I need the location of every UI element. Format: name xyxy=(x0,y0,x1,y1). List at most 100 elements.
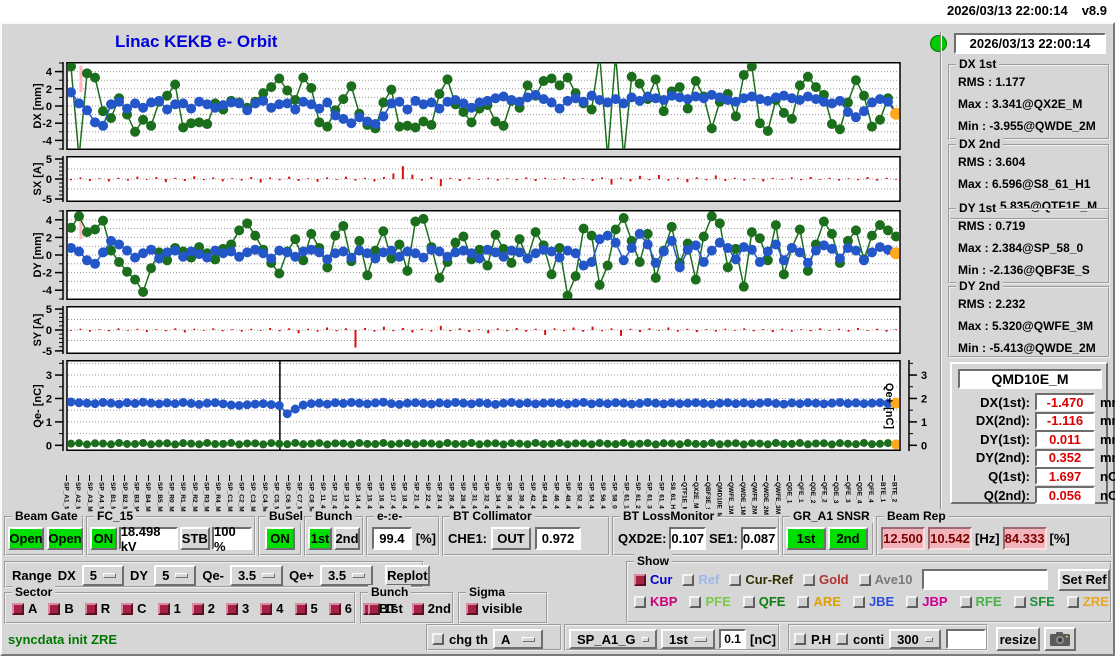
stat-row: Max : 5.320@QWFE_3M xyxy=(958,319,1094,333)
show-qfe-checkbox[interactable] xyxy=(742,595,755,608)
ee-ratio-title: e-:e- xyxy=(374,509,406,523)
x-label: SP_13_4 xyxy=(342,482,350,509)
beam-gate-open2-button[interactable]: Open xyxy=(47,527,83,550)
show-sfe-label: SFE xyxy=(1029,594,1055,609)
show-are-checkbox[interactable] xyxy=(797,595,810,608)
bunch-2nd-button[interactable]: 2nd xyxy=(334,527,360,550)
bunch-check-group: Bunch 1st 2nd xyxy=(360,585,454,624)
sector-1-label: 1 xyxy=(173,601,181,616)
che1-label: CHE1: xyxy=(448,531,488,546)
chg-th-checkbox[interactable] xyxy=(432,633,444,645)
show-jbe-checkbox[interactable] xyxy=(852,595,865,608)
x-label: SP_22_4 xyxy=(424,482,432,509)
ee-ratio-unit: [%] xyxy=(415,531,436,546)
stats-group-title: DX 1st xyxy=(956,57,1000,71)
sector-5-checkbox[interactable] xyxy=(294,602,307,615)
range-dx-select[interactable]: 5 xyxy=(81,565,125,586)
show-gold-checkbox[interactable] xyxy=(803,573,816,586)
sector-3-checkbox[interactable] xyxy=(226,602,239,615)
bt-lossmonitor-group: BT LossMonitor QXD2E: 0.107 SE1: 0.087 xyxy=(612,509,780,556)
camera-button[interactable] xyxy=(1044,627,1076,651)
fc15-stb-button[interactable]: STB xyxy=(179,527,211,550)
show-kbp: KBP xyxy=(634,594,677,609)
sector-3-label: 3 xyxy=(242,601,250,616)
sector-r-label: R xyxy=(100,601,111,616)
bunch-1st-button[interactable]: 1st xyxy=(308,527,332,550)
dropdown-dash-icon xyxy=(522,636,535,642)
dropdown-dash-icon xyxy=(694,636,708,642)
sigma-visible-label: visible xyxy=(482,601,523,616)
bunch-check-1st-checkbox[interactable] xyxy=(368,602,380,615)
show-cur-ref-checkbox[interactable] xyxy=(729,573,742,586)
threshold-value[interactable]: 0.1 xyxy=(719,629,746,649)
sector-group: Sector A B R C 1 2 3 4 5 6 BT xyxy=(4,585,396,624)
ph-checkbox[interactable] xyxy=(794,633,806,645)
sector-6-checkbox[interactable] xyxy=(328,602,341,615)
replot-button[interactable]: Replot xyxy=(385,565,430,586)
range-qem-select[interactable]: 3.5 xyxy=(230,565,284,586)
stats-group-title: DY 2nd xyxy=(956,279,1004,293)
x-label: QDE_3 xyxy=(832,482,840,504)
show-zre-checkbox[interactable] xyxy=(1066,595,1079,608)
set-ref-button[interactable]: Set Ref xyxy=(1058,568,1110,591)
fc15-on-button[interactable]: ON xyxy=(90,527,117,550)
che1-out-button[interactable]: OUT xyxy=(491,527,532,550)
show-kbp-checkbox[interactable] xyxy=(634,595,646,608)
gr-snsr-2nd-button[interactable]: 2nd xyxy=(828,527,868,550)
x-label: QX2E_M xyxy=(692,482,700,509)
sector-c-checkbox[interactable] xyxy=(121,602,134,615)
qxd2e-value: 0.107 xyxy=(669,527,706,550)
sector-a: A xyxy=(12,601,37,616)
busel-on-button[interactable]: ON xyxy=(265,527,295,550)
monitor-row-label: DY(2nd): xyxy=(975,450,1030,466)
monitor-row-unit: nC xyxy=(1100,468,1115,484)
sector-2-checkbox[interactable] xyxy=(191,602,204,615)
extra-input[interactable] xyxy=(946,629,987,649)
show-cur-checkbox[interactable] xyxy=(634,573,646,586)
monitor-row: DX(1st): -1.470 mm xyxy=(958,393,1115,411)
range-qep-select[interactable]: 3.5 xyxy=(320,565,374,586)
sector-a-checkbox[interactable] xyxy=(12,602,24,615)
show-pfe-checkbox[interactable] xyxy=(689,595,702,608)
sector-4-checkbox[interactable] xyxy=(260,602,273,615)
show-cur-ref: Cur-Ref xyxy=(729,572,793,587)
monitor-row-value: 1.697 xyxy=(1035,467,1095,486)
bunch-check-2nd-label: 2nd xyxy=(427,601,451,616)
sigma-visible-checkbox[interactable] xyxy=(466,602,478,615)
beam-rep-value3: 84.333 xyxy=(1002,527,1047,550)
show-rfe-checkbox[interactable] xyxy=(959,595,972,608)
sector-b-label: B xyxy=(64,601,74,616)
show-sfe-checkbox[interactable] xyxy=(1013,595,1026,608)
monitor-row-unit: mm xyxy=(1100,394,1115,410)
x-label: SP_38_4 xyxy=(517,482,525,509)
resize-button[interactable]: resize xyxy=(996,627,1040,651)
sector-c-label: C xyxy=(137,601,147,616)
x-label: QBF3E_S xyxy=(703,482,711,512)
conti-checkbox[interactable] xyxy=(836,633,848,645)
show-ave10: Ave10 xyxy=(858,572,912,587)
dropdown-dash-icon xyxy=(641,636,649,642)
show-ref-checkbox[interactable] xyxy=(682,573,695,586)
range-dy-select[interactable]: 5 xyxy=(154,565,197,586)
count-select[interactable]: 300 xyxy=(889,629,942,649)
stats-group-dy-1st: DY 1st RMS : 0.719 Max : 2.384@SP_58_0 Min … xyxy=(948,201,1110,284)
ee-ratio-value: 99.4 xyxy=(372,527,412,550)
show-are: ARE xyxy=(797,594,841,609)
sector-1-checkbox[interactable] xyxy=(157,602,170,615)
monitor-row-value: -1.470 xyxy=(1035,393,1095,411)
chg-th-select[interactable]: A xyxy=(493,629,543,649)
ref-file-input[interactable] xyxy=(922,569,1049,590)
show-kbp-label: KBP xyxy=(650,594,678,609)
beam-gate-open1-button[interactable]: Open xyxy=(8,527,44,550)
sector-b-checkbox[interactable] xyxy=(48,602,61,615)
bunch-select[interactable]: 1st xyxy=(661,629,716,649)
bpm-select[interactable]: SP_A1_G xyxy=(569,629,657,649)
show-jbp-checkbox[interactable] xyxy=(906,595,919,608)
stat-row: Max : 6.596@S8_61_H1 xyxy=(958,177,1091,191)
x-label: BTE_2 xyxy=(890,482,898,503)
chart-dy: 4 2 0 -2 -4 xyxy=(42,210,931,300)
gr-snsr-1st-button[interactable]: 1st xyxy=(786,527,826,550)
show-ave10-checkbox[interactable] xyxy=(858,573,871,586)
sector-r-checkbox[interactable] xyxy=(84,602,97,615)
bunch-check-2nd-checkbox[interactable] xyxy=(411,602,424,615)
